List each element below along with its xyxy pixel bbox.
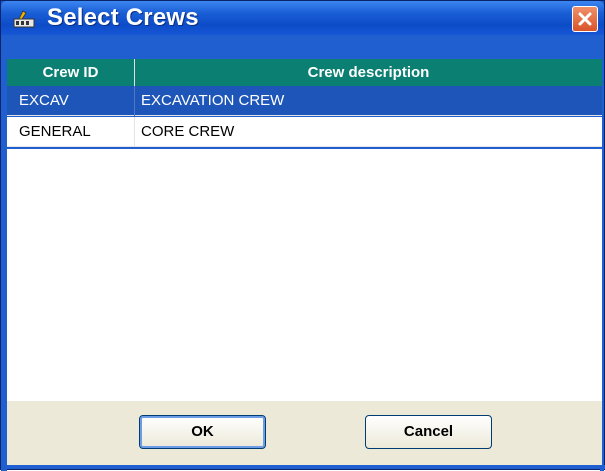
crew-app-icon — [13, 10, 35, 28]
table-empty-area[interactable] — [7, 149, 602, 401]
cell-crew-id: GENERAL — [7, 117, 135, 147]
column-header-crew-description[interactable]: Crew description — [135, 59, 602, 86]
close-button[interactable] — [572, 6, 598, 32]
cell-crew-description: EXCAVATION CREW — [141, 92, 285, 109]
button-bar — [7, 401, 602, 467]
select-crews-dialog: Select Crews Crew ID Crew description EX… — [0, 0, 605, 471]
table-header: Crew ID Crew description — [7, 59, 602, 86]
table-row[interactable]: GENERAL CORE CREW — [7, 117, 602, 147]
column-header-crew-id[interactable]: Crew ID — [7, 59, 135, 86]
cell-crew-description: CORE CREW — [141, 123, 235, 140]
cancel-button[interactable]: Cancel — [365, 415, 492, 449]
window-border-bottom — [1, 465, 605, 469]
close-icon — [578, 12, 592, 26]
title-bar[interactable]: Select Crews — [1, 1, 604, 35]
table-row[interactable]: EXCAV EXCAVATION CREW — [7, 86, 602, 116]
dialog-title: Select Crews — [47, 4, 199, 31]
cell-crew-id: EXCAV — [7, 86, 135, 116]
ok-button[interactable]: OK — [139, 415, 266, 449]
